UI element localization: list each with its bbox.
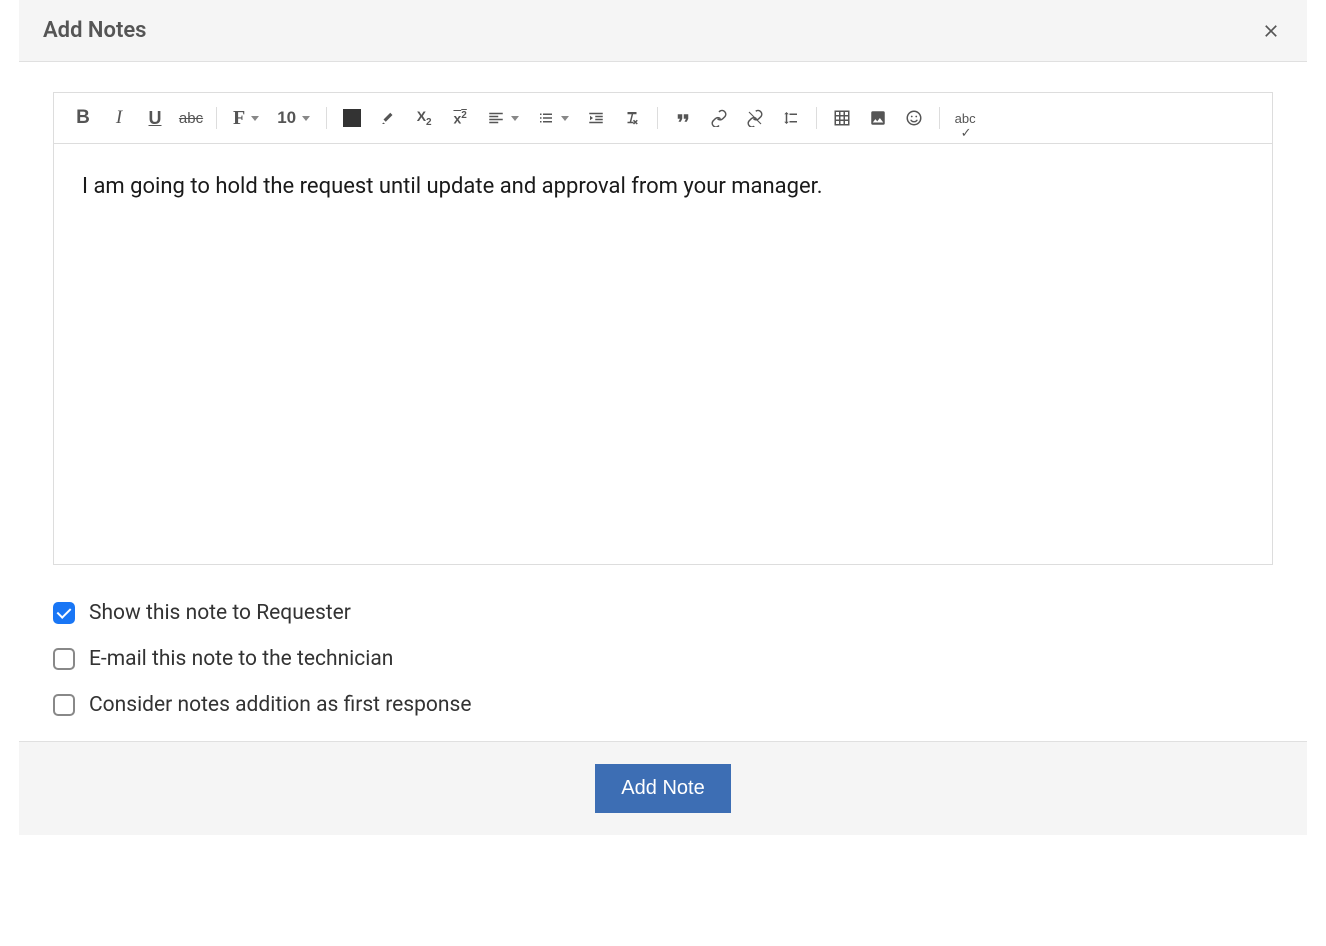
checkbox-label: E-mail this note to the technician bbox=[89, 647, 393, 671]
spellcheck-button[interactable]: abc✓ bbox=[948, 103, 982, 133]
link-button[interactable] bbox=[702, 103, 736, 133]
unlink-icon bbox=[746, 109, 764, 127]
rich-text-editor: B I U abc F 10 X2 x2 bbox=[53, 92, 1273, 565]
checkbox-label: Consider notes addition as first respons… bbox=[89, 693, 471, 717]
add-note-button[interactable]: Add Note bbox=[595, 764, 730, 813]
modal-footer: Add Note bbox=[19, 741, 1307, 835]
highlight-icon bbox=[379, 109, 397, 127]
subscript-button[interactable]: X2 bbox=[407, 103, 441, 133]
chevron-down-icon bbox=[561, 116, 569, 121]
align-icon bbox=[487, 109, 505, 127]
table-button[interactable] bbox=[825, 103, 859, 133]
quote-button[interactable] bbox=[666, 103, 700, 133]
line-height-button[interactable] bbox=[774, 103, 808, 133]
outdent-button[interactable] bbox=[579, 103, 613, 133]
bold-button[interactable]: B bbox=[66, 103, 100, 133]
checkbox-icon bbox=[53, 648, 75, 670]
close-icon bbox=[1261, 21, 1281, 41]
italic-icon: I bbox=[116, 107, 122, 129]
font-size-value: 10 bbox=[277, 108, 296, 128]
align-button[interactable] bbox=[479, 103, 527, 133]
modal-body: B I U abc F 10 X2 x2 bbox=[19, 62, 1307, 741]
line-height-icon bbox=[782, 109, 800, 127]
separator bbox=[657, 107, 658, 129]
chevron-down-icon bbox=[302, 116, 310, 121]
strikethrough-icon: abc bbox=[179, 110, 203, 127]
separator bbox=[816, 107, 817, 129]
add-notes-modal: Add Notes B I U abc F 10 X2 x2 bbox=[19, 0, 1307, 835]
font-size-button[interactable]: 10 bbox=[269, 103, 318, 133]
emoji-button[interactable] bbox=[897, 103, 931, 133]
separator bbox=[939, 107, 940, 129]
font-family-button[interactable]: F bbox=[225, 103, 267, 133]
superscript-icon: x2 bbox=[453, 110, 466, 127]
note-options: Show this note to Requester E-mail this … bbox=[53, 601, 1273, 717]
separator bbox=[326, 107, 327, 129]
unlink-button[interactable] bbox=[738, 103, 772, 133]
show-requester-checkbox[interactable]: Show this note to Requester bbox=[53, 601, 1273, 625]
highlight-button[interactable] bbox=[371, 103, 405, 133]
modal-title: Add Notes bbox=[43, 18, 146, 43]
first-response-checkbox[interactable]: Consider notes addition as first respons… bbox=[53, 693, 1273, 717]
close-button[interactable] bbox=[1259, 19, 1283, 43]
quote-icon bbox=[674, 109, 692, 127]
superscript-button[interactable]: x2 bbox=[443, 103, 477, 133]
editor-toolbar: B I U abc F 10 X2 x2 bbox=[54, 93, 1272, 144]
image-button[interactable] bbox=[861, 103, 895, 133]
outdent-icon bbox=[587, 109, 605, 127]
checkbox-icon bbox=[53, 694, 75, 716]
spellcheck-icon: abc✓ bbox=[955, 111, 976, 126]
table-icon bbox=[833, 109, 851, 127]
link-icon bbox=[710, 109, 728, 127]
font-icon: F bbox=[233, 107, 245, 130]
text-color-button[interactable] bbox=[335, 103, 369, 133]
separator bbox=[216, 107, 217, 129]
editor-textarea[interactable]: I am going to hold the request until upd… bbox=[54, 144, 1272, 564]
modal-header: Add Notes bbox=[19, 0, 1307, 62]
chevron-down-icon bbox=[511, 116, 519, 121]
clear-format-icon bbox=[623, 109, 641, 127]
italic-button[interactable]: I bbox=[102, 103, 136, 133]
subscript-icon: X2 bbox=[417, 108, 432, 128]
underline-button[interactable]: U bbox=[138, 103, 172, 133]
list-icon bbox=[537, 109, 555, 127]
underline-icon: U bbox=[149, 108, 162, 129]
list-button[interactable] bbox=[529, 103, 577, 133]
color-swatch-icon bbox=[343, 109, 361, 127]
email-technician-checkbox[interactable]: E-mail this note to the technician bbox=[53, 647, 1273, 671]
chevron-down-icon bbox=[251, 116, 259, 121]
emoji-icon bbox=[905, 109, 923, 127]
bold-icon: B bbox=[76, 107, 90, 129]
image-icon bbox=[869, 109, 887, 127]
strikethrough-button[interactable]: abc bbox=[174, 103, 208, 133]
checkbox-icon bbox=[53, 602, 75, 624]
checkbox-label: Show this note to Requester bbox=[89, 601, 351, 625]
clear-format-button[interactable] bbox=[615, 103, 649, 133]
